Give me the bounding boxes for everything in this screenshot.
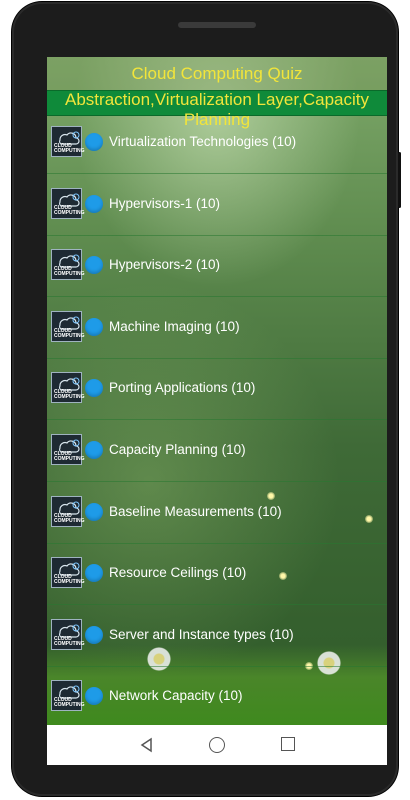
- list-item-label: Network Capacity (10): [109, 688, 243, 704]
- blue-dot-icon: [85, 379, 103, 398]
- list-item[interactable]: CLOUD COMPUTING Resource Ceilings (10): [47, 543, 387, 606]
- cloud-computing-thumbnail-icon: CLOUD COMPUTING: [51, 618, 85, 650]
- thumbnail-text: COMPUTING: [54, 271, 85, 278]
- list-item[interactable]: CLOUD COMPUTING Porting Applications (10): [47, 358, 387, 421]
- list-item[interactable]: CLOUD COMPUTING Baseline Measurements (10): [47, 482, 387, 544]
- cloud-computing-thumbnail-icon: CLOUD COMPUTING: [51, 310, 85, 342]
- blue-dot-icon: [85, 687, 103, 706]
- blue-dot-icon: [85, 133, 103, 151]
- home-circle-icon[interactable]: [209, 737, 225, 753]
- cloud-computing-thumbnail-icon: CLOUD COMPUTING: [51, 680, 85, 712]
- back-triangle-icon[interactable]: [139, 737, 155, 753]
- recents-square-icon[interactable]: [281, 737, 295, 751]
- cloud-computing-thumbnail-icon: CLOUD COMPUTING: [51, 495, 85, 527]
- blue-dot-icon: [85, 256, 103, 275]
- list-item-label: Baseline Measurements (10): [109, 503, 282, 519]
- list-item-label: Machine Imaging (10): [109, 318, 240, 334]
- thumbnail-text: COMPUTING: [54, 332, 85, 339]
- list-item-label: Resource Ceilings (10): [109, 565, 247, 581]
- cloud-computing-thumbnail-icon: CLOUD COMPUTING: [51, 126, 85, 157]
- blue-dot-icon: [85, 441, 103, 459]
- app-screen: Cloud Computing Quiz Abstraction,Virtual…: [47, 57, 387, 765]
- list-item-label: Porting Applications (10): [109, 380, 256, 396]
- list-item-label: Server and Instance types (10): [109, 626, 294, 642]
- list-item-label: Hypervisors-1 (10): [109, 195, 221, 211]
- side-button: [398, 152, 401, 208]
- phone-frame: Cloud Computing Quiz Abstraction,Virtual…: [12, 2, 401, 796]
- thumbnail-text: COMPUTING: [54, 209, 85, 216]
- list-item[interactable]: CLOUD COMPUTING Machine Imaging (10): [47, 297, 387, 359]
- list-item[interactable]: CLOUD COMPUTING Virtualization Technologie…: [47, 112, 387, 174]
- cloud-computing-thumbnail-icon: CLOUD COMPUTING: [51, 557, 85, 589]
- list-item-label: Virtualization Technologies (10): [109, 134, 297, 149]
- list-item[interactable]: CLOUD COMPUTING Network Capacity (10): [47, 666, 387, 729]
- thumbnail-text: COMPUTING: [54, 702, 85, 709]
- thumbnail-text: COMPUTING: [54, 394, 85, 401]
- thumbnail-text: COMPUTING: [54, 456, 85, 462]
- blue-dot-icon: [85, 317, 103, 336]
- list-item[interactable]: CLOUD COMPUTING Capacity Planning (10): [47, 420, 387, 482]
- thumbnail-text: COMPUTING: [54, 640, 85, 647]
- thumbnail-text: COMPUTING: [54, 148, 85, 154]
- cloud-computing-thumbnail-icon: CLOUD COMPUTING: [51, 187, 85, 219]
- cloud-computing-thumbnail-icon: CLOUD COMPUTING: [51, 372, 85, 404]
- list-item[interactable]: CLOUD COMPUTING Hypervisors-2 (10): [47, 235, 387, 298]
- cloud-computing-thumbnail-icon: CLOUD COMPUTING: [51, 249, 85, 281]
- blue-dot-icon: [85, 625, 103, 644]
- page-title: Cloud Computing Quiz: [47, 57, 387, 90]
- blue-dot-icon: [85, 194, 103, 213]
- list-item[interactable]: CLOUD COMPUTING Server and Instance types …: [47, 605, 387, 667]
- cloud-computing-thumbnail-icon: CLOUD COMPUTING: [51, 434, 85, 465]
- thumbnail-text: COMPUTING: [54, 579, 85, 586]
- list-item-label: Hypervisors-2 (10): [109, 257, 221, 273]
- thumbnail-text: COMPUTING: [54, 517, 85, 524]
- blue-dot-icon: [85, 502, 103, 521]
- list-item-label: Capacity Planning (10): [109, 442, 246, 457]
- system-nav-bar: [47, 725, 387, 765]
- list-item[interactable]: CLOUD COMPUTING Hypervisors-1 (10): [47, 174, 387, 236]
- blue-dot-icon: [85, 564, 103, 583]
- speaker-grille: [178, 22, 256, 28]
